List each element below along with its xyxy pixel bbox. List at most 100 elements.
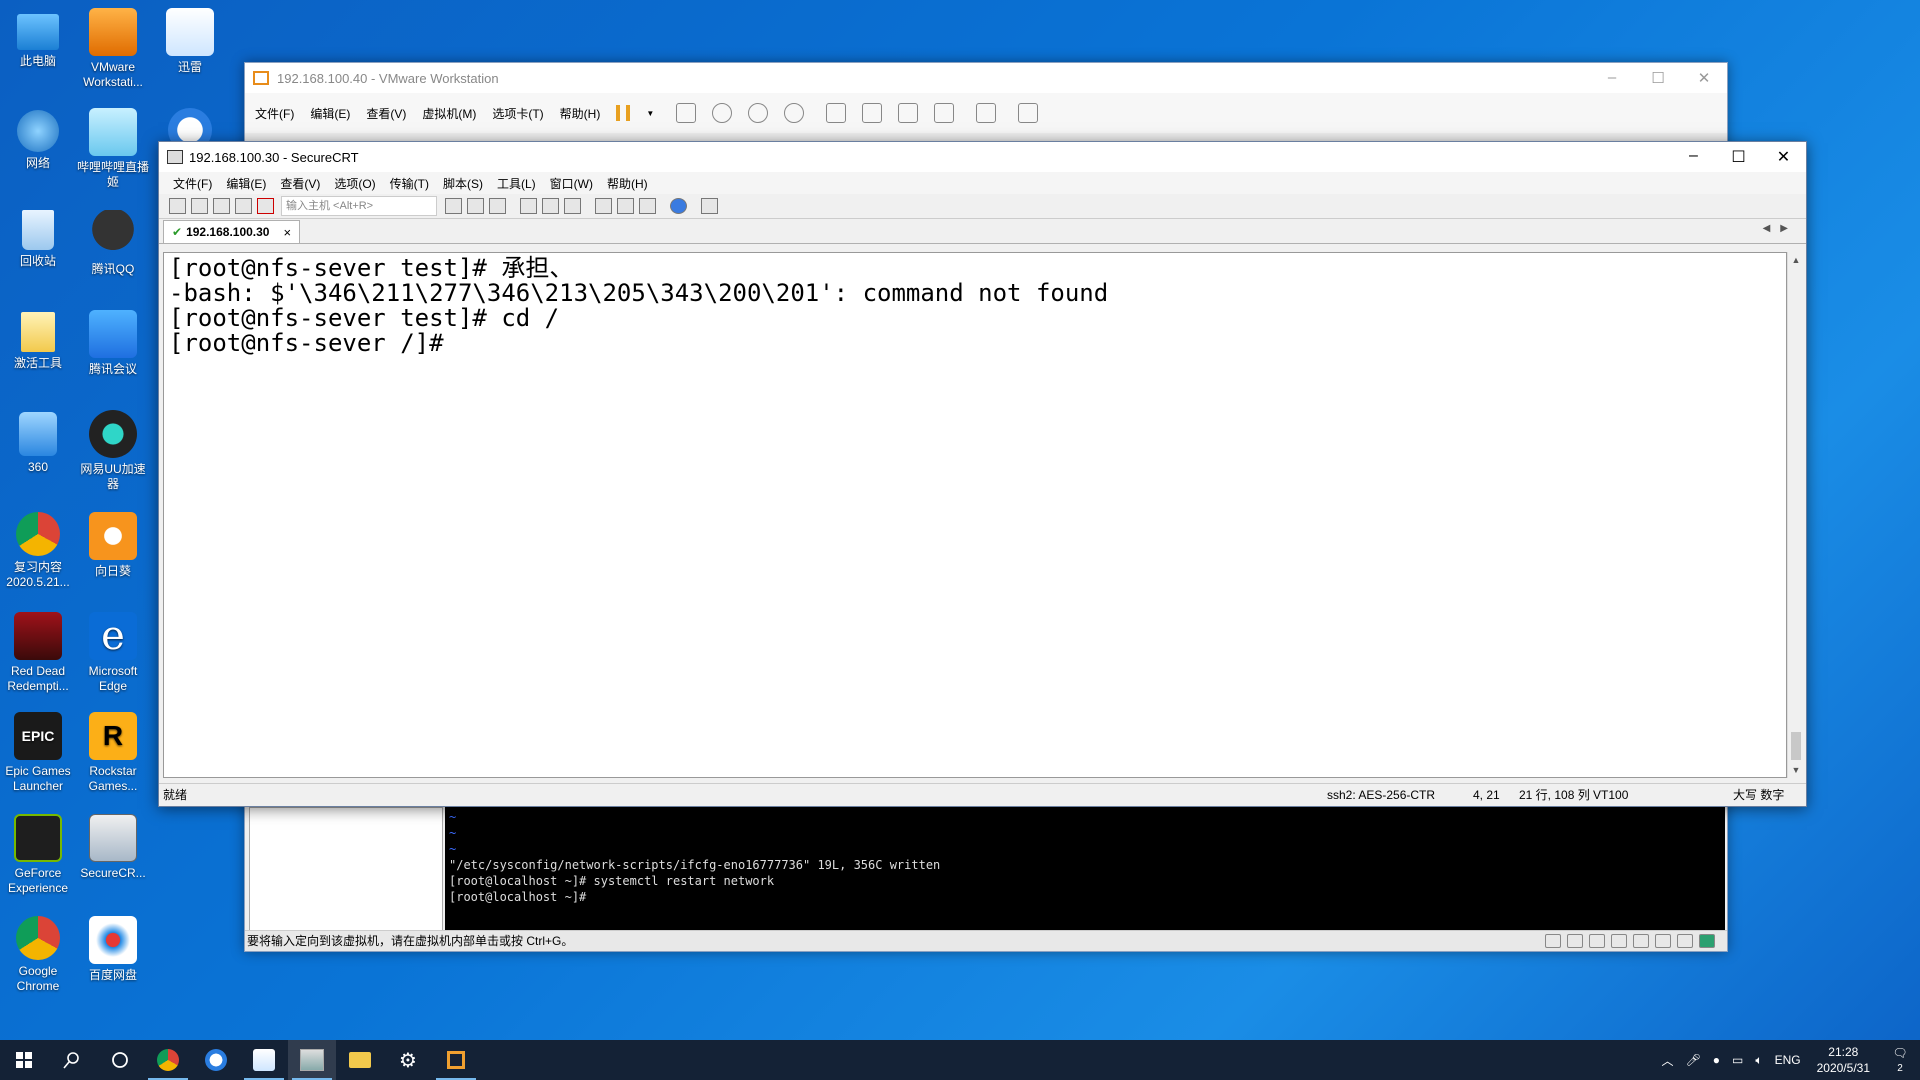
menu-view[interactable]: 查看(V) xyxy=(366,105,406,122)
desktop-icon-qq[interactable]: 腾讯QQ xyxy=(73,210,153,277)
close-button[interactable]: ✕ xyxy=(1761,147,1806,167)
desktop-icon-review-content[interactable]: 复习内容 2020.5.21... xyxy=(0,512,78,590)
menu-tabs[interactable]: 选项卡(T) xyxy=(492,105,543,122)
terminal-screen[interactable]: [root@nfs-sever test]# 承担、 -bash: $'\346\… xyxy=(163,252,1787,778)
printer-icon[interactable] xyxy=(564,198,581,214)
desktop-icon-securecrt[interactable]: SecureCR... xyxy=(73,814,153,881)
unity-icon[interactable] xyxy=(934,103,955,123)
taskbar-file-explorer[interactable] xyxy=(336,1040,384,1080)
volume-icon[interactable]: 🔈︎ xyxy=(1755,1053,1762,1068)
desktop-icon-rockstar[interactable]: R Rockstar Games... xyxy=(73,712,153,794)
scrollbar-thumb[interactable] xyxy=(1791,732,1801,760)
network-tray-icon[interactable]: ▭ xyxy=(1732,1053,1743,1067)
show-hidden-icons-icon[interactable]: ︿ xyxy=(1662,1052,1674,1069)
minimize-button[interactable]: – xyxy=(1589,69,1635,87)
thumbnail-view-icon[interactable] xyxy=(862,103,883,123)
send-keys-icon[interactable] xyxy=(676,103,697,123)
sftp-icon[interactable] xyxy=(701,198,718,214)
help-icon[interactable] xyxy=(670,198,687,214)
minimize-button[interactable]: – xyxy=(1671,147,1716,167)
taskbar-vmware[interactable] xyxy=(432,1040,480,1080)
paste-icon[interactable] xyxy=(467,198,484,214)
vmware-library-panel[interactable] xyxy=(249,807,443,935)
desktop-icon-uu-accelerator[interactable]: 网易UU加速 器 xyxy=(73,410,153,492)
keymap-icon[interactable] xyxy=(639,198,656,214)
desktop-icon-edge[interactable]: e Microsoft Edge xyxy=(73,612,153,694)
pause-dropdown-icon[interactable]: ▼ xyxy=(646,109,654,118)
menu-options[interactable]: 选项(O) xyxy=(334,175,375,192)
stretch-view-icon[interactable] xyxy=(1018,103,1039,123)
desktop-icon-red-dead[interactable]: Red Dead Redempti... xyxy=(0,612,78,694)
reconnect-icon[interactable] xyxy=(235,198,252,214)
clock[interactable]: 21:28 2020/5/31 xyxy=(1817,1044,1870,1076)
desktop-icon-vmware[interactable]: VMware Workstati... xyxy=(73,8,153,90)
qq-tray-icon[interactable]: ● xyxy=(1713,1053,1720,1067)
connect-icon[interactable] xyxy=(169,198,186,214)
cortana-button[interactable] xyxy=(96,1040,144,1080)
close-tab-icon[interactable]: × xyxy=(283,225,291,240)
desktop-icon-360[interactable]: 360 xyxy=(0,412,78,475)
pause-icon[interactable] xyxy=(616,105,631,121)
desktop-icon-baidu-netdisk[interactable]: 百度网盘 xyxy=(73,916,153,983)
action-center-button[interactable]: 🗨︎ 2 xyxy=(1880,1046,1920,1074)
desktop-icon-bilibili-live[interactable]: 哔哩哔哩直播 姬 xyxy=(73,108,153,190)
global-options-icon[interactable] xyxy=(617,198,634,214)
usb-status-icon[interactable] xyxy=(1655,934,1671,948)
tab-session[interactable]: ✔ 192.168.100.30 × xyxy=(163,220,301,243)
desktop-icon-epic-games[interactable]: EPIC Epic Games Launcher xyxy=(0,712,78,794)
close-button[interactable]: ✕ xyxy=(1681,69,1727,87)
desktop-icon-activation-tool[interactable]: 激活工具 xyxy=(0,312,78,371)
desktop-icon-geforce[interactable]: GeForce Experience xyxy=(0,814,78,896)
menu-edit[interactable]: 编辑(E) xyxy=(226,175,266,192)
printer-status-icon[interactable] xyxy=(1611,934,1627,948)
scroll-up-icon[interactable]: ▲ xyxy=(1788,252,1804,268)
scroll-down-icon[interactable]: ▼ xyxy=(1788,762,1804,778)
menu-file[interactable]: 文件(F) xyxy=(173,175,212,192)
network-status-icon[interactable] xyxy=(1589,934,1605,948)
desktop-icon-xunlei[interactable]: 迅雷 xyxy=(150,8,230,75)
find-icon[interactable] xyxy=(489,198,506,214)
hdd-status-icon[interactable] xyxy=(1545,934,1561,948)
display-status-icon[interactable] xyxy=(1677,934,1693,948)
securecrt-titlebar[interactable]: 192.168.100.30 - SecureCRT – ☐ ✕ xyxy=(159,142,1806,172)
terminal-scrollbar[interactable]: ▲ ▼ xyxy=(1787,252,1804,778)
desktop-icon-network[interactable]: 网络 xyxy=(0,110,78,171)
start-button[interactable] xyxy=(0,1040,48,1080)
microphone-icon[interactable]: 🎤︎ xyxy=(1686,1053,1701,1067)
taskbar-chrome[interactable] xyxy=(144,1040,192,1080)
message-status-icon[interactable] xyxy=(1699,934,1715,948)
desktop-icon-sunflower[interactable]: 向日葵 xyxy=(73,512,153,579)
taskbar-securecrt[interactable] xyxy=(288,1040,336,1080)
maximize-button[interactable]: ☐ xyxy=(1635,69,1681,87)
menu-view[interactable]: 查看(V) xyxy=(280,175,320,192)
desktop-icon-google-chrome[interactable]: Google Chrome xyxy=(0,916,78,994)
vmware-console[interactable]: ~ ~ ~ "/etc/sysconfig/network-scripts/if… xyxy=(445,807,1725,933)
copy-icon[interactable] xyxy=(445,198,462,214)
menu-file[interactable]: 文件(F) xyxy=(255,105,294,122)
menu-window[interactable]: 窗口(W) xyxy=(550,175,593,192)
taskbar-settings[interactable]: ⚙ xyxy=(384,1040,432,1080)
host-input[interactable]: 输入主机 <Alt+R> xyxy=(281,196,437,216)
taskbar-xunlei[interactable] xyxy=(240,1040,288,1080)
snapshot-manager-icon[interactable] xyxy=(784,103,805,123)
desktop-icon-tencent-meeting[interactable]: 腾讯会议 xyxy=(73,310,153,377)
taskbar-browser[interactable] xyxy=(192,1040,240,1080)
menu-transfer[interactable]: 传输(T) xyxy=(390,175,429,192)
menu-help[interactable]: 帮助(H) xyxy=(560,105,601,122)
maximize-button[interactable]: ☐ xyxy=(1716,147,1761,167)
input-language[interactable]: ENG xyxy=(1775,1053,1801,1067)
menu-vm[interactable]: 虚拟机(M) xyxy=(422,105,476,122)
disconnect-icon[interactable] xyxy=(257,198,274,214)
revert-snapshot-icon[interactable] xyxy=(748,103,769,123)
desktop-icon-recycle-bin[interactable]: 回收站 xyxy=(0,210,78,269)
console-view-icon[interactable] xyxy=(976,103,997,123)
print-selection-icon[interactable] xyxy=(542,198,559,214)
session-options-icon[interactable] xyxy=(595,198,612,214)
sound-status-icon[interactable] xyxy=(1633,934,1649,948)
print-icon[interactable] xyxy=(520,198,537,214)
menu-edit[interactable]: 编辑(E) xyxy=(310,105,350,122)
vmware-titlebar[interactable]: 192.168.100.40 - VMware Workstation – ☐ … xyxy=(245,63,1727,93)
cd-status-icon[interactable] xyxy=(1567,934,1583,948)
search-button[interactable] xyxy=(48,1040,96,1080)
snapshot-icon[interactable] xyxy=(712,103,733,123)
